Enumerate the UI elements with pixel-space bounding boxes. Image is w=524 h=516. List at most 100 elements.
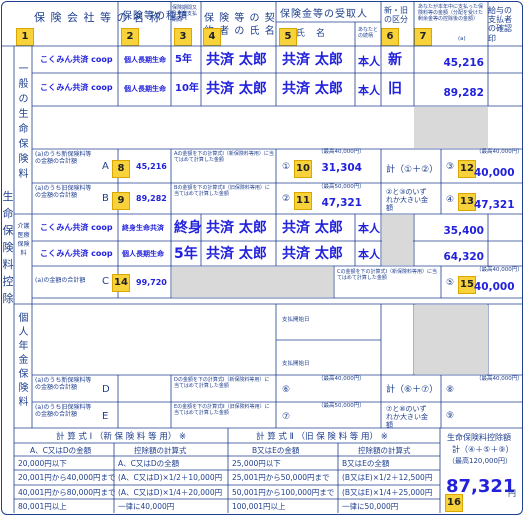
general-row2-amount: 89,282 [443, 87, 484, 99]
gray-area-care [382, 215, 413, 265]
general-row2-relation: 本人 [358, 84, 380, 97]
general-row1-amount: 45,216 [443, 57, 484, 69]
care-total-circ: ⑤ [446, 278, 455, 288]
pension-d-max: （最高40,000円） [318, 376, 365, 382]
total-max: （最高120,000円） [448, 457, 512, 465]
general-row1-contractor: 共済 太郎 [206, 52, 267, 68]
pension-e-circ: ⑦ [282, 412, 291, 422]
care-row1-type: 終身生命共済 [122, 224, 164, 232]
gray-area-pension [414, 305, 488, 374]
pension-calc-max: （最高40,000円） [476, 376, 523, 382]
pension-e-letter: E [102, 411, 109, 422]
general-row2-period: 10年 [175, 83, 199, 94]
formula2-h1: B又はEの金額 [252, 446, 300, 455]
general-row1-company: こくみん共済 coop [40, 55, 113, 64]
pension-e-max: （最高50,000円） [318, 403, 365, 409]
care-row2-contractor: 共済 太郎 [206, 246, 267, 262]
total-compare-value: 47,321 [474, 199, 515, 211]
care-row2-relation: 本人 [358, 248, 380, 261]
total-a-text: Aの金額を下の計算式Ⅰ（新保険料等用）に当てはめて計算した金額 [174, 151, 274, 163]
care-row1-relation: 本人 [358, 222, 380, 235]
care-total-max: （最高40,000円） [476, 267, 523, 273]
formula1-r4c1: 80,001円以上 [18, 502, 67, 511]
care-row1-period: 終身 [174, 220, 202, 236]
care-row1-company: こくみん共済 coop [40, 223, 113, 232]
general-row1-recipient: 共済 太郎 [282, 52, 343, 68]
care-row1-contractor: 共済 太郎 [206, 220, 267, 236]
general-row1-type: 個人長期生命 [124, 56, 166, 64]
pension-compare-label: ⑦と⑧のいずれか大きい金額 [386, 405, 428, 430]
care-row2-period: 5年 [174, 246, 198, 262]
badge-8: 8 [112, 160, 130, 178]
total-title: 生命保険料控除額 [447, 433, 511, 442]
pension-d-text: Dの金額を下の計算式Ⅰ（新保険料等用）に当てはめて計算した金額 [174, 377, 270, 389]
badge-14: 14 [112, 274, 130, 292]
general-row2-recipient: 共済 太郎 [282, 81, 343, 97]
pension-d-label: (a)のうち新保険料等の金額の合計額 [35, 377, 92, 391]
section-main-label: 生命保険料控除 [2, 190, 14, 305]
total-a-circ: ① [282, 162, 291, 172]
care-row1-recipient: 共済 太郎 [282, 220, 343, 236]
formula1-r4c2: 一律に40,000円 [118, 502, 175, 511]
pension-start-label-2: 支払開始日 [282, 361, 310, 367]
pension-calc-label: 計（⑥＋⑦） [386, 385, 439, 395]
general-row2-type: 個人長期生命 [124, 85, 166, 93]
total-compare-circ: ④ [446, 195, 455, 205]
formula2-r4c2: 一律に50,000円 [342, 502, 399, 511]
general-row1-relation: 本人 [358, 55, 380, 68]
total-a-value: 45,216 [136, 162, 167, 171]
formula2-r2c1: 25,001円から50,000円まで [232, 473, 330, 482]
total-a-result: 31,304 [321, 162, 362, 174]
general-row1-period: 5年 [175, 54, 192, 65]
general-row2-newold: 旧 [388, 81, 402, 97]
total-a-label: (a)のうち新保険料等の金額の合計額 [35, 151, 92, 165]
total-b-label: (a)のうち旧保険料等の金額の合計額 [35, 185, 92, 199]
total-b-value: 89,282 [136, 194, 167, 203]
total-calc-value: 40,000 [474, 167, 515, 179]
total-compare-label: ②と③のいずれか大きい金額 [386, 188, 428, 213]
total-b-circ: ② [282, 194, 291, 204]
general-row2-company: こくみん共済 coop [40, 83, 113, 92]
badge-9: 9 [112, 192, 130, 210]
formula2-r3c1: 50,001円から100,000円まで [232, 488, 335, 497]
pension-d-circ: ⑥ [282, 385, 291, 395]
total-calc-max: （最高40,000円） [476, 149, 523, 155]
formula1-r2c1: 20,001円から40,000円まで [18, 473, 116, 482]
badge-10: 10 [294, 160, 312, 178]
care-row2-amount: 64,320 [443, 251, 484, 263]
formula2-r3c2: (B又はE)×1/4＋25,000円 [342, 488, 433, 497]
formula1-h2: 控除額の計算式 [134, 446, 187, 455]
care-total-text: Cの金額を下の計算式Ⅰ（新保険料等用）に当てはめて計算した金額 [337, 269, 437, 281]
formula2-r4c1: 100,001円以上 [232, 502, 286, 511]
formula1-r3c1: 40,001円から80,000円まで [18, 488, 116, 497]
care-row2-type: 個人長期生命 [122, 250, 164, 258]
formula2-title: 計 算 式 Ⅱ （旧 保 険 料 等 用） ※ [256, 432, 388, 442]
total-b-letter: B [102, 193, 109, 204]
pension-e-text: Eの金額を下の計算式Ⅱ（旧保険料等用）に当てはめて計算した金額 [174, 404, 270, 416]
general-row1-newold: 新 [388, 52, 402, 68]
formula2-r2c2: (B又はE)×1/2＋12,500円 [342, 473, 433, 482]
total-b-max: （最高50,000円） [318, 184, 365, 190]
pension-start-label-1: 支払開始日 [282, 317, 310, 323]
total-b-result: 47,321 [321, 197, 362, 209]
care-row2-company: こくみん共済 coop [40, 249, 113, 258]
total-yen: 円 [508, 489, 516, 498]
section-pension-label: 個人年金保険料 [18, 313, 29, 408]
formula1-r3c2: (A、C又はD)×1/4＋20,000円 [118, 488, 223, 497]
care-row1-amount: 35,400 [443, 225, 484, 237]
formula2-r1c1: 25,000円以下 [232, 459, 281, 468]
formula1-r2c2: (A、C又はD)×1/2＋10,000円 [118, 473, 223, 482]
formula1-title: 計 算 式 Ⅰ （新 保 険 料 等 用） ※ [56, 432, 187, 442]
gray-area-general [414, 107, 488, 148]
pension-calc-circ: ⑧ [446, 385, 455, 395]
total-calc-circ: ③ [446, 162, 455, 172]
section-general-label: 一般の生命保険料 [18, 64, 29, 180]
care-total-value: 99,720 [136, 278, 167, 287]
care-total-letter: C [102, 276, 109, 287]
badge-16: 16 [445, 494, 463, 512]
total-a-max: （最高40,000円） [318, 149, 365, 155]
formula1-r1c1: 20,000円以下 [18, 459, 67, 468]
general-row2-contractor: 共済 太郎 [206, 81, 267, 97]
total-formula: 計（④＋⑤＋⑨） [452, 445, 514, 454]
care-row2-recipient: 共済 太郎 [282, 246, 343, 262]
